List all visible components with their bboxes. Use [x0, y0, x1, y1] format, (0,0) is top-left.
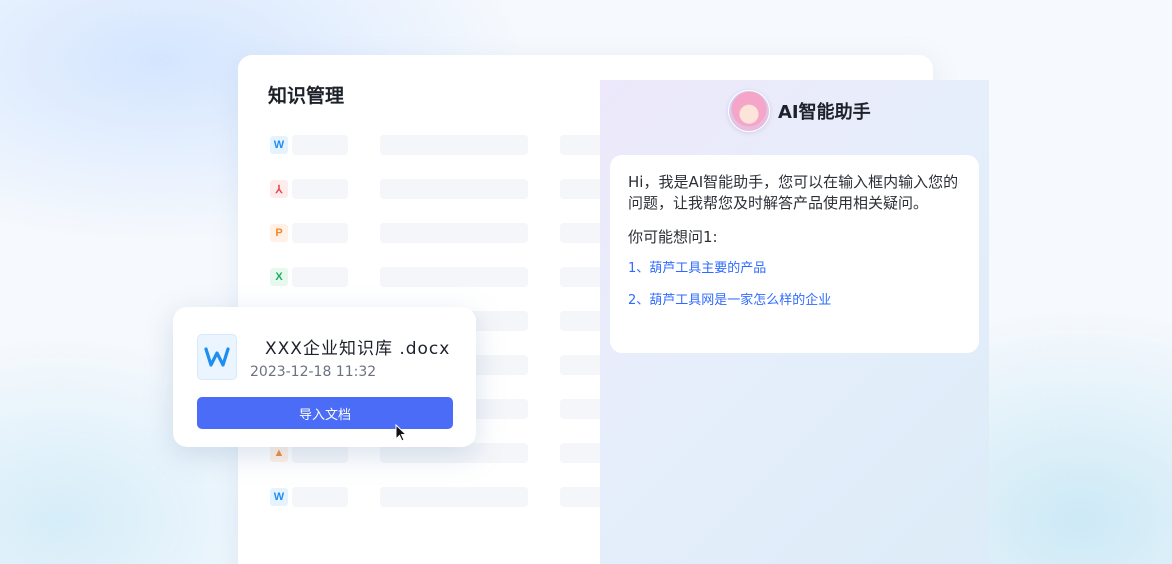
knowledge-title: 知识管理 [268, 85, 345, 107]
chat-message-card: Hi，我是AI智能助手，您可以在输入框内输入您的问题，让我帮您及时解答产品使用相… [610, 155, 979, 353]
placeholder-bar [292, 135, 348, 155]
greeting-text: Hi，我是AI智能助手，您可以在输入框内输入您的问题，让我帮您及时解答产品使用相… [628, 173, 959, 212]
placeholder-bar [380, 223, 528, 243]
word-file-icon: W [270, 136, 288, 154]
ai-assistant-panel: AI智能助手 Hi，我是AI智能助手，您可以在输入框内输入您的问题，让我帮您及时… [600, 80, 989, 564]
placeholder-bar [292, 487, 348, 507]
suggestion-link[interactable]: 2、葫芦工具网是一家怎么样的企业 [628, 292, 961, 310]
placeholder-bar [292, 223, 348, 243]
import-document-button[interactable]: 导入文档 [197, 397, 453, 429]
file-import-card: XXX企业知识库 .docx 2023-12-18 11:32 导入文档 [173, 307, 476, 447]
assistant-avatar [728, 90, 770, 132]
ai-header: AI智能助手 [728, 90, 871, 132]
word-document-icon [197, 334, 237, 380]
mouse-cursor-icon [395, 424, 407, 442]
suggestion-link[interactable]: 1、葫芦工具主要的产品 [628, 260, 961, 278]
placeholder-bar [380, 135, 528, 155]
excel-file-icon: X [270, 268, 288, 286]
placeholder-bar [380, 179, 528, 199]
file-timestamp: 2023-12-18 11:32 [250, 364, 377, 380]
word-file-icon: W [270, 488, 288, 506]
placeholder-bar [380, 487, 528, 507]
assistant-name: AI智能助手 [778, 102, 871, 123]
file-name: XXX企业知识库 .docx [265, 339, 451, 359]
placeholder-bar [380, 267, 528, 287]
suggestion-prompt: 你可能想问1: [628, 228, 718, 246]
placeholder-bar [292, 267, 348, 287]
ppt-file-icon: P [270, 224, 288, 242]
pdf-file-icon: ⅄ [270, 180, 288, 198]
placeholder-bar [292, 179, 348, 199]
